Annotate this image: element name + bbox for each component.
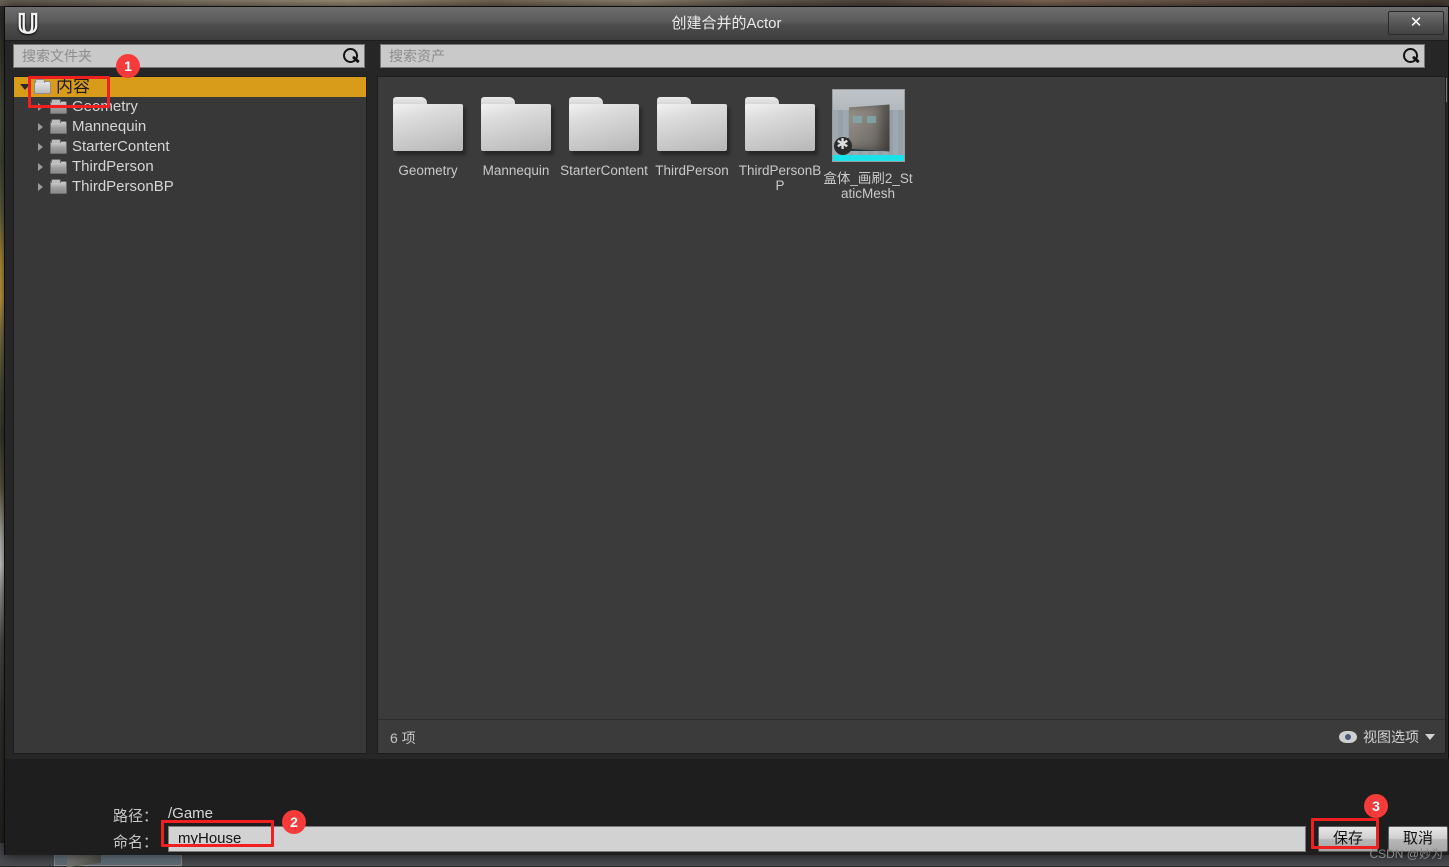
asset-item-label: 盒体_画刷2_StaticMesh <box>823 171 913 201</box>
item-count-label: 6 项 <box>390 728 416 748</box>
tree-item-Mannequin[interactable]: Mannequin <box>14 117 366 137</box>
asset-status-bar: 6 项 视图选项 <box>378 719 1445 753</box>
thumbnail-box-mesh <box>849 104 890 151</box>
chevron-right-icon[interactable] <box>38 123 43 131</box>
create-merged-actor-dialog: 𝕌 创建合并的Actor ✕ 搜索文件夹 搜索资产 内容GeometryMann… <box>4 6 1449 855</box>
name-input[interactable]: myHouse <box>168 826 1306 852</box>
dialog-footer-form: 路径： /Game 命名： myHouse 保存 取消 <box>5 759 1449 855</box>
thumbnail-window <box>853 116 862 123</box>
search-folder-placeholder: 搜索文件夹 <box>14 46 338 66</box>
folder-icon-body <box>745 104 815 151</box>
folder-icon <box>50 121 67 134</box>
asset-grid: GeometryMannequinStarterContentThirdPers… <box>378 79 1445 699</box>
asset-item-label: ThirdPerson <box>647 163 737 178</box>
folder-icon <box>481 97 551 154</box>
search-asset-placeholder: 搜索资产 <box>381 46 1398 66</box>
search-asset-input[interactable]: 搜索资产 <box>380 44 1425 68</box>
name-label: 命名： <box>113 831 158 852</box>
folder-icon <box>393 97 463 154</box>
tree-item-label: ThirdPersonBP <box>72 177 174 197</box>
save-button[interactable]: 保存 <box>1318 826 1378 852</box>
asset-item-Geometry[interactable]: Geometry <box>384 87 472 201</box>
eye-icon-pupil <box>1345 734 1351 740</box>
folder-icon <box>50 161 67 174</box>
tree-item-label: StarterContent <box>72 137 170 157</box>
view-options-label: 视图选项 <box>1363 727 1419 747</box>
tree-item-Geometry[interactable]: Geometry <box>14 97 366 117</box>
dialog-titlebar: 𝕌 创建合并的Actor ✕ <box>5 7 1448 41</box>
folder-icon-body <box>569 104 639 151</box>
tree-item-label: Mannequin <box>72 117 146 137</box>
asset-item-Mannequin[interactable]: Mannequin <box>472 87 560 201</box>
tree-item-内容[interactable]: 内容 <box>14 77 366 97</box>
asset-item-ThirdPerson[interactable]: ThirdPerson <box>648 87 736 201</box>
asset-item-ThirdPersonBP[interactable]: ThirdPersonBP <box>736 87 824 201</box>
thumbnail-window <box>867 116 876 123</box>
chevron-right-icon[interactable] <box>38 143 43 151</box>
chevron-down-icon[interactable] <box>20 84 30 90</box>
static-mesh-icon <box>834 137 852 155</box>
search-row: 搜索文件夹 搜索资产 <box>5 41 1449 71</box>
folder-icon <box>34 81 51 94</box>
search-icon[interactable] <box>338 45 364 67</box>
folder-icon <box>745 97 815 154</box>
asset-item-StarterContent[interactable]: StarterContent <box>560 87 648 201</box>
asset-item-label: StarterContent <box>559 163 649 178</box>
folder-icon <box>569 97 639 154</box>
asset-browser-panel: GeometryMannequinStarterContentThirdPers… <box>377 76 1446 754</box>
tree-item-label: ThirdPerson <box>72 157 154 177</box>
folder-icon <box>50 101 67 114</box>
asset-type-color-bar <box>833 155 904 161</box>
chevron-right-icon[interactable] <box>38 183 43 191</box>
tree-item-label: 内容 <box>56 77 90 97</box>
chevron-right-icon[interactable] <box>38 103 43 111</box>
folder-tree-panel[interactable]: 内容GeometryMannequinStarterContentThirdPe… <box>13 76 367 754</box>
tree-item-ThirdPerson[interactable]: ThirdPerson <box>14 157 366 177</box>
folder-icon <box>50 141 67 154</box>
search-icon[interactable] <box>1398 45 1424 67</box>
folder-icon-body <box>657 104 727 151</box>
tree-item-StarterContent[interactable]: StarterContent <box>14 137 366 157</box>
folder-icon-body <box>481 104 551 151</box>
folder-icon-body <box>393 104 463 151</box>
chevron-down-icon <box>1425 734 1435 740</box>
asset-item-盒体_画刷2_StaticMesh[interactable]: 盒体_画刷2_StaticMesh <box>824 87 912 201</box>
path-value: /Game <box>168 805 213 822</box>
search-folder-input[interactable]: 搜索文件夹 <box>13 44 365 68</box>
path-label: 路径： <box>113 805 158 826</box>
page-title: 创建合并的Actor <box>5 7 1448 41</box>
asset-item-label: Geometry <box>383 163 473 178</box>
cancel-button[interactable]: 取消 <box>1388 826 1448 852</box>
view-options-button[interactable]: 视图选项 <box>1339 727 1435 747</box>
chevron-right-icon[interactable] <box>38 163 43 171</box>
close-icon[interactable]: ✕ <box>1388 11 1444 35</box>
asset-item-label: Mannequin <box>471 163 561 178</box>
tree-item-label: Geometry <box>72 97 138 117</box>
asset-item-label: ThirdPersonBP <box>735 163 825 193</box>
folder-icon <box>657 97 727 154</box>
tree-item-ThirdPersonBP[interactable]: ThirdPersonBP <box>14 177 366 197</box>
eye-icon <box>1339 731 1357 743</box>
static-mesh-thumbnail <box>832 89 905 162</box>
folder-icon <box>50 181 67 194</box>
